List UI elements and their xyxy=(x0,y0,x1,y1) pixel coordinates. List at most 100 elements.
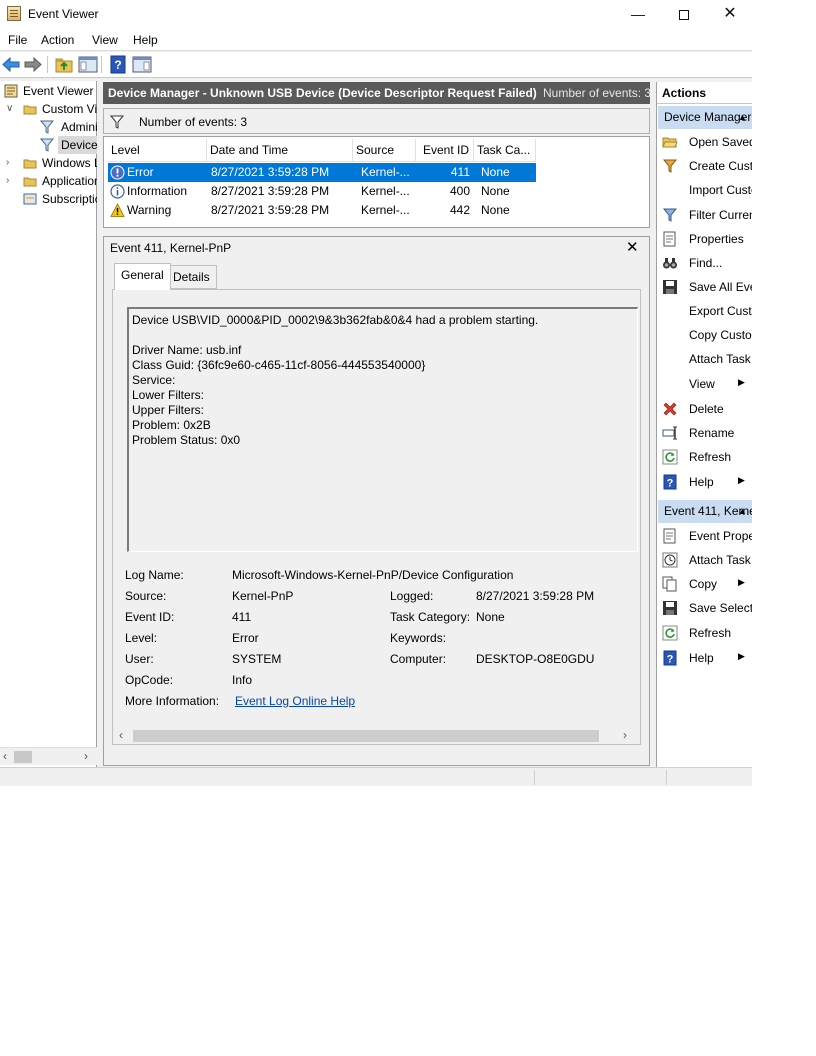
description-line: Class Guid: {36fc9e60-c465-11cf-8056-444… xyxy=(132,358,426,372)
find-binoculars-icon xyxy=(663,258,677,269)
action-attach-task-event[interactable]: Attach Task To This Event... xyxy=(657,548,752,572)
scroll-left-icon[interactable]: ‹ xyxy=(3,749,7,763)
menu-action[interactable]: Action xyxy=(41,33,74,47)
menu-view[interactable]: View xyxy=(92,33,118,47)
action-copy-custom-view[interactable]: Copy Custom View... xyxy=(657,323,752,347)
tree-item-device-manager-view[interactable]: Device Manager - Unknown USB Device xyxy=(0,136,97,154)
center-pane-header: Device Manager - Unknown USB Device (Dev… xyxy=(103,82,650,104)
tree-item-subscriptions[interactable]: Subscriptions xyxy=(0,190,97,208)
menu-file[interactable]: File xyxy=(8,33,27,47)
error-icon xyxy=(110,165,125,180)
action-create-custom-view[interactable]: Create Custom View... xyxy=(657,154,752,178)
action-help[interactable]: ? Help ▶ xyxy=(657,470,752,494)
maximize-button[interactable] xyxy=(661,0,707,28)
close-button[interactable]: ✕ xyxy=(707,0,752,28)
collapse-caret-icon[interactable]: ▲ xyxy=(738,500,747,523)
tree-item-event-viewer[interactable]: Event Viewer (Local) xyxy=(0,82,97,100)
filter-funnel-icon xyxy=(40,120,54,134)
tree-item-custom-views[interactable]: ∨ Custom Views xyxy=(0,100,97,118)
svg-text:?: ? xyxy=(667,654,674,666)
properties-icon xyxy=(663,231,676,247)
column-header-date-time[interactable]: Date and Time xyxy=(207,139,353,162)
create-filter-icon xyxy=(662,159,678,173)
console-tree: Event Viewer (Local) ∨ Custom Views Admi… xyxy=(0,81,97,767)
up-folder-icon[interactable] xyxy=(54,55,74,74)
action-export-custom-view[interactable]: Export Custom View... xyxy=(657,299,752,323)
action-attach-task-custom-view[interactable]: Attach Task To This Custom View... xyxy=(657,347,752,371)
action-event-properties[interactable]: Event Properties xyxy=(657,524,752,548)
refresh-icon xyxy=(662,449,678,465)
show-hide-action-pane-icon[interactable] xyxy=(132,55,152,74)
rename-icon xyxy=(662,426,677,440)
level-value: Error xyxy=(232,631,259,645)
help-icon: ? xyxy=(663,474,677,490)
action-delete[interactable]: Delete xyxy=(657,397,752,421)
event-row[interactable]: Error 8/27/2021 3:59:28 PM Kernel-... 41… xyxy=(108,163,536,182)
tree-item-windows-logs[interactable]: › Windows Logs xyxy=(0,154,97,172)
event-log-online-help-link[interactable]: Event Log Online Help xyxy=(235,694,355,708)
task-category-value: None xyxy=(476,610,505,624)
action-view[interactable]: View ▶ xyxy=(657,372,752,396)
folder-icon xyxy=(23,159,37,169)
level-label: Level: xyxy=(125,631,158,645)
column-header-task-category[interactable]: Task Ca... xyxy=(474,139,536,162)
close-detail-icon[interactable]: ✕ xyxy=(626,238,639,256)
tab-general[interactable]: General xyxy=(114,263,171,290)
tree-item-applications-services-logs[interactable]: › Applications and Services Logs xyxy=(0,172,97,190)
scroll-thumb[interactable] xyxy=(133,730,599,742)
tab-details[interactable]: Details xyxy=(166,265,217,289)
action-section-device-manager[interactable]: Device Manager - Unknown USB Device ▲ xyxy=(658,106,752,129)
menu-help[interactable]: Help xyxy=(133,33,158,47)
scroll-left-icon[interactable]: ‹ xyxy=(119,728,123,742)
action-open-saved-log[interactable]: Open Saved Log... xyxy=(657,130,752,154)
general-tab-panel: Device USB\VID_0000&PID_0002\9&3b362fab&… xyxy=(112,289,641,745)
filter-funnel-icon xyxy=(40,138,54,152)
status-separator xyxy=(666,770,667,785)
action-filter-current-view[interactable]: Filter Current Custom View... xyxy=(657,203,752,227)
maximize-icon xyxy=(679,10,689,21)
action-refresh-event[interactable]: Refresh xyxy=(657,621,752,645)
tree-horizontal-scrollbar[interactable]: ‹ › xyxy=(0,747,97,765)
scroll-right-icon[interactable]: › xyxy=(623,728,627,742)
action-section-event[interactable]: Event 411, Kernel-PnP ▲ xyxy=(658,500,752,523)
show-hide-tree-icon[interactable] xyxy=(78,55,98,74)
minimize-button[interactable]: — xyxy=(615,0,661,28)
back-arrow-icon[interactable] xyxy=(1,55,21,74)
svg-text:?: ? xyxy=(667,478,674,490)
scroll-right-icon[interactable]: › xyxy=(84,749,88,763)
submenu-arrow-icon: ▶ xyxy=(738,377,745,387)
user-label: User: xyxy=(125,652,154,666)
event-count-label: Number of events: 3 xyxy=(139,115,248,129)
event-description[interactable]: Device USB\VID_0000&PID_0002\9&3b362fab&… xyxy=(127,307,638,552)
column-header-event-id[interactable]: Event ID xyxy=(416,139,474,162)
event-row[interactable]: Warning 8/27/2021 3:59:28 PM Kernel-... … xyxy=(108,201,536,220)
task-category-label: Task Category: xyxy=(390,610,471,624)
collapse-caret-icon[interactable]: ▲ xyxy=(738,106,747,129)
action-rename[interactable]: Rename xyxy=(657,421,752,445)
help-book-icon[interactable]: ? xyxy=(108,55,128,74)
forward-arrow-icon[interactable] xyxy=(23,55,43,74)
source-label: Source: xyxy=(125,589,167,603)
event-row[interactable]: Information 8/27/2021 3:59:28 PM Kernel-… xyxy=(108,182,536,201)
detail-horizontal-scrollbar[interactable]: ‹ › xyxy=(113,727,640,744)
expand-chevron-icon[interactable]: › xyxy=(6,154,16,172)
column-header-level[interactable]: Level xyxy=(108,139,207,162)
action-save-selected-events[interactable]: Save Selected Events... xyxy=(657,596,752,620)
submenu-arrow-icon: ▶ xyxy=(738,577,745,587)
expand-chevron-icon[interactable]: › xyxy=(6,172,16,190)
action-refresh[interactable]: Refresh xyxy=(657,445,752,469)
action-copy[interactable]: Copy ▶ xyxy=(657,572,752,596)
expand-chevron-icon[interactable]: ∨ xyxy=(6,100,16,118)
action-help-event[interactable]: ? Help ▶ xyxy=(657,646,752,670)
action-find[interactable]: Find... xyxy=(657,251,752,275)
action-save-all-events[interactable]: Save All Events in Custom View As... xyxy=(657,275,752,299)
opcode-value: Info xyxy=(232,673,253,687)
action-import-custom-view[interactable]: Import Custom View... xyxy=(657,178,752,202)
scroll-thumb[interactable] xyxy=(14,751,32,763)
tree-item-administrative-events[interactable]: Administrative Events xyxy=(0,118,97,136)
action-properties[interactable]: Properties xyxy=(657,227,752,251)
log-name-value: Microsoft-Windows-Kernel-PnP/Device Conf… xyxy=(232,568,514,582)
column-header-source[interactable]: Source xyxy=(353,139,416,162)
submenu-arrow-icon: ▶ xyxy=(738,651,745,661)
computer-label: Computer: xyxy=(390,652,447,666)
